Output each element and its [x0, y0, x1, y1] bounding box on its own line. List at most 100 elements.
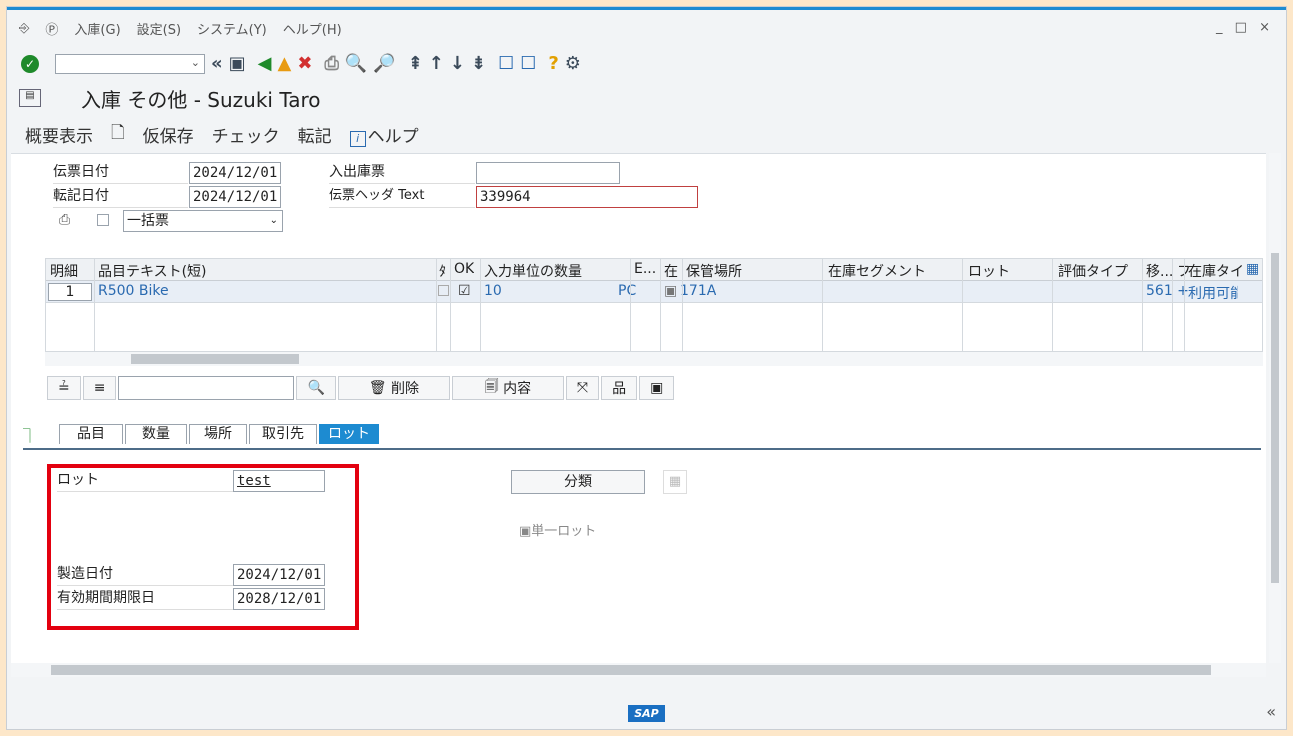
back-icon[interactable]: ◀: [258, 54, 272, 74]
menu-help[interactable]: ヘルプ(H): [283, 19, 342, 38]
command-field[interactable]: ⌄: [55, 54, 205, 74]
print-icon[interactable]: ⎙: [324, 54, 338, 74]
expand-icon[interactable]: ⤧: [565, 376, 600, 400]
col-segment[interactable]: 在庫セグメント: [828, 261, 926, 281]
doc-date-label: 伝票日付: [53, 162, 188, 184]
screen-menu-icon[interactable]: ▤: [19, 89, 41, 107]
col-mvt[interactable]: 移...: [1146, 261, 1173, 281]
bookmark-icon[interactable]: ☐: [498, 54, 514, 74]
single-lot-checkbox[interactable]: ▣単一ロット: [519, 520, 596, 539]
print-checkbox[interactable]: [97, 214, 109, 226]
enter-icon[interactable]: ✓: [21, 55, 39, 73]
menu-icon[interactable]: Ⓟ: [45, 19, 58, 38]
slip-select[interactable]: 一括票 ⌄: [123, 210, 283, 232]
col-stock[interactable]: 在: [664, 261, 678, 281]
row-flag-checkbox[interactable]: [438, 285, 449, 296]
row-stock-type[interactable]: 利用可能: [1188, 283, 1238, 303]
save-draft-button[interactable]: 仮保存: [143, 122, 194, 147]
header-text-field[interactable]: 339964: [476, 186, 698, 208]
horizontal-scroll-thumb[interactable]: [51, 665, 1211, 675]
delivery-note-field[interactable]: [476, 162, 620, 184]
menu-settings[interactable]: 設定(S): [137, 19, 181, 38]
divider: [1052, 259, 1053, 353]
row-item-number[interactable]: 1: [48, 283, 92, 301]
table-scroll-thumb[interactable]: [131, 354, 299, 364]
menu-goods-receipt[interactable]: 入庫(G): [74, 19, 120, 38]
overview-button[interactable]: 概要表示: [25, 122, 93, 147]
tab-partner[interactable]: 取引先: [249, 424, 317, 444]
layout-icon[interactable]: ▦: [1246, 261, 1259, 277]
class-icon[interactable]: ▦: [663, 470, 687, 494]
exit-icon[interactable]: ⎆: [19, 21, 29, 36]
post-date-label: 転記日付: [53, 186, 188, 208]
doc-date-field[interactable]: 2024/12/01: [189, 162, 281, 184]
stock-overview-icon[interactable]: ▣: [639, 376, 675, 400]
back-double-icon[interactable]: «: [211, 54, 223, 74]
select-all-icon[interactable]: ≟: [47, 376, 81, 400]
vertical-scroll-thumb[interactable]: [1271, 253, 1279, 583]
row-unit[interactable]: PC: [618, 283, 636, 299]
col-stock-type[interactable]: 在庫タイ: [1188, 261, 1244, 281]
tab-quantity[interactable]: 数量: [125, 424, 187, 444]
divider: [436, 259, 437, 353]
menu-system[interactable]: システム(Y): [197, 19, 267, 38]
divider: [682, 259, 683, 353]
chevron-down-icon: ⌄: [269, 215, 278, 226]
col-ok[interactable]: OK: [454, 261, 474, 277]
help-icon[interactable]: ?: [548, 54, 558, 74]
stock-icon[interactable]: ▣: [664, 283, 677, 299]
row-sloc[interactable]: 171A: [680, 283, 716, 299]
find-icon[interactable]: 🔍: [345, 54, 367, 74]
window-controls[interactable]: _ □ ×: [1216, 20, 1274, 35]
classify-button[interactable]: 分類: [511, 470, 645, 494]
save-icon[interactable]: ▣: [229, 54, 246, 74]
col-text[interactable]: 品目テキスト(短): [98, 261, 207, 281]
table-search-input[interactable]: [118, 376, 295, 400]
horizontal-scrollbar[interactable]: [11, 663, 1266, 677]
shortcut-icon[interactable]: ☐: [520, 54, 536, 74]
col-item[interactable]: 明細: [50, 261, 78, 281]
printer-icon[interactable]: ⎙: [59, 212, 70, 228]
cancel-icon[interactable]: ✖: [297, 54, 312, 74]
help-button[interactable]: i ヘルプ: [349, 122, 437, 147]
exit-up-icon[interactable]: ▲: [278, 54, 292, 74]
next-page-icon[interactable]: ↓: [450, 54, 465, 74]
divider: [480, 259, 481, 353]
find-next-icon[interactable]: 🔎: [373, 54, 395, 74]
col-unit[interactable]: E...: [634, 261, 656, 277]
collapse-icon[interactable]: ⏋: [23, 426, 37, 446]
find-icon[interactable]: 🔍: [296, 376, 336, 400]
prev-page-icon[interactable]: ↑: [429, 54, 444, 74]
contents-button[interactable]: 🗐 内容: [451, 376, 564, 400]
col-qty[interactable]: 入力単位の数量: [484, 261, 582, 281]
hierarchy-icon[interactable]: 品: [601, 376, 638, 400]
divider: [1184, 259, 1185, 353]
col-lot[interactable]: ロット: [968, 261, 1010, 281]
col-valuation[interactable]: 評価タイプ: [1058, 261, 1128, 281]
table-row[interactable]: 1 R500 Bike ☑ 10 PC ▣ 171A 561 + 利用可能: [46, 281, 1262, 303]
row-text[interactable]: R500 Bike: [98, 283, 169, 299]
post-button[interactable]: 転記: [298, 122, 332, 147]
col-flag[interactable]: ﾀ: [439, 261, 447, 281]
new-doc-icon[interactable]: 🗋: [111, 120, 125, 149]
tab-location[interactable]: 場所: [189, 424, 247, 444]
application-toolbar: 概要表示 🗋 仮保存 チェック 転記 i ヘルプ: [7, 117, 1286, 151]
col-sloc[interactable]: 保管場所: [686, 261, 742, 281]
row-mvt[interactable]: 561 +: [1146, 283, 1189, 299]
collapse-status-icon[interactable]: «: [1266, 702, 1276, 721]
trash-icon: 🗑: [368, 380, 392, 396]
check-button[interactable]: チェック: [212, 122, 280, 147]
post-date-field[interactable]: 2024/12/01: [189, 186, 281, 208]
deselect-all-icon[interactable]: ≡: [82, 376, 117, 400]
first-page-icon[interactable]: ⇞: [408, 54, 423, 74]
delete-button[interactable]: 🗑 削除: [337, 376, 450, 400]
row-qty[interactable]: 10: [484, 283, 502, 299]
table-scrollbar[interactable]: [45, 352, 1263, 366]
settings-icon[interactable]: ⚙: [565, 54, 581, 74]
last-page-icon[interactable]: ⇟: [471, 54, 486, 74]
tab-material[interactable]: 品目: [59, 424, 123, 444]
vertical-scrollbar[interactable]: [1269, 153, 1281, 663]
row-ok-checkbox[interactable]: ☑: [458, 283, 471, 299]
tab-lot[interactable]: ロット: [319, 424, 379, 444]
delivery-note-label: 入出庫票: [329, 162, 475, 184]
